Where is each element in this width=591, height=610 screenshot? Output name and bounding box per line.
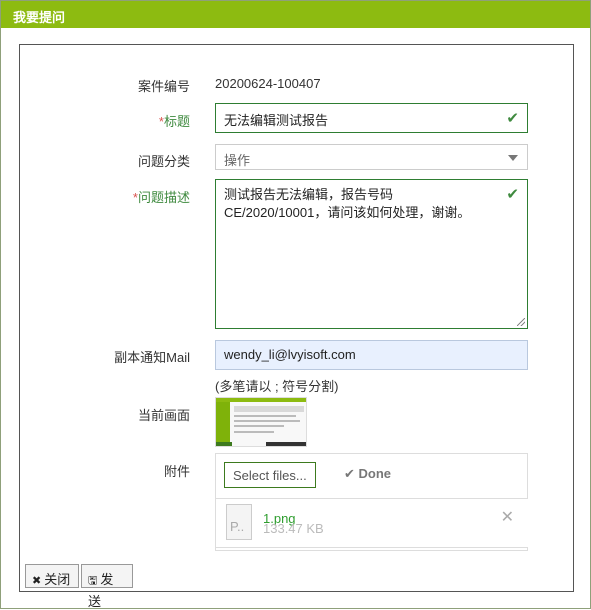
cc-mail-label: 副本通知Mail [114, 350, 190, 365]
cc-mail-value: wendy_li@lvyisoft.com [224, 347, 356, 362]
screenshot-label: 当前画面 [137, 408, 190, 423]
valid-check-icon: ✔ [506, 186, 519, 203]
upload-status: ✔ Done [344, 466, 391, 482]
file-icon: P.. [226, 504, 252, 540]
remove-file-icon[interactable]: ✕ [501, 507, 514, 527]
select-files-button[interactable]: Select files... [224, 462, 316, 488]
resize-handle[interactable] [517, 318, 525, 326]
close-icon: ✖ [32, 575, 42, 587]
description-label: *问题描述 [20, 187, 190, 206]
question-dialog: 我要提问 案件编号 20200624-100407 *标题 无法编辑测试报告 ✔… [0, 0, 591, 609]
category-label: 问题分类 [137, 154, 190, 169]
title-input[interactable]: 无法编辑测试报告 ✔ [215, 103, 528, 133]
case-no-label: 案件编号 [137, 79, 190, 94]
file-size: 133.47 KB [263, 521, 324, 536]
description-line: 测试报告无法编辑，报告号码 [224, 187, 394, 202]
close-button[interactable]: ✖ 关闭 [25, 564, 79, 588]
title-input-value: 无法编辑测试报告 [224, 113, 329, 128]
close-button-label: 关闭 [44, 572, 71, 587]
screenshot-thumbnail[interactable] [215, 397, 307, 447]
file-list-item: P.. 1.png 133.47 KB ✕ [216, 498, 528, 548]
description-label-text: 问题描述 [137, 190, 190, 205]
case-no-value: 20200624-100407 [215, 76, 321, 91]
description-textarea[interactable]: 测试报告无法编辑，报告号码 CE/2020/10001，请问该如何处理，谢谢。 … [215, 179, 528, 329]
check-icon: ✔ [344, 466, 355, 481]
save-icon: 🖫 [88, 575, 98, 587]
attachment-label: 附件 [163, 464, 190, 479]
title-label-text: 标题 [163, 114, 190, 129]
category-selected: 操作 [224, 153, 251, 168]
dialog-title: 我要提问 [1, 1, 590, 28]
valid-check-icon: ✔ [506, 110, 519, 127]
chevron-down-icon [508, 155, 518, 161]
form-panel: 案件编号 20200624-100407 *标题 无法编辑测试报告 ✔ 问题分类… [19, 44, 574, 592]
send-button[interactable]: 🖫 发送 [81, 564, 133, 609]
upload-widget: Select files... ✔ Done P.. 1.png 133.47 … [215, 453, 528, 551]
upload-status-text: Done [358, 466, 392, 481]
cc-mail-input[interactable]: wendy_li@lvyisoft.com [215, 340, 528, 370]
screenshot-preview-image [216, 398, 306, 446]
description-line: CE/2020/10001，请问该如何处理，谢谢。 [224, 205, 471, 220]
cc-mail-hint: (多笔请以 ; 符号分割) [215, 379, 339, 394]
category-select[interactable]: 操作 [215, 144, 528, 170]
title-label: *标题 [20, 111, 190, 130]
